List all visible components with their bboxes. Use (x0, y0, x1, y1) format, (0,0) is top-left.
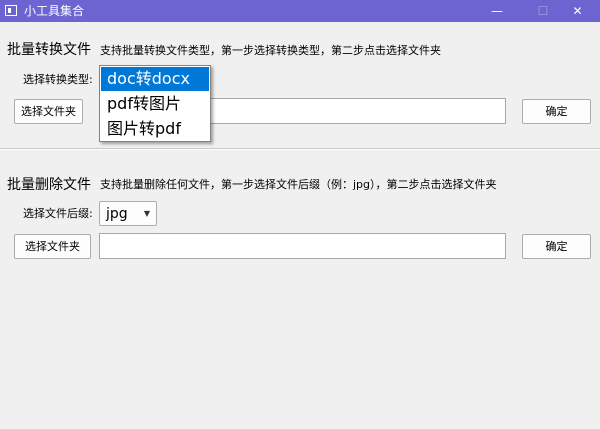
window-title: 小工具集合 (24, 4, 85, 18)
chevron-down-icon: ▼ (143, 209, 150, 218)
delete-description: 支持批量删除任何文件，第一步选择文件后缀（例：jpg），第二步点击选择文件夹 (100, 178, 497, 191)
close-button[interactable]: ✕ (555, 0, 600, 22)
delete-heading: 批量删除文件 (7, 177, 91, 193)
convert-select-folder-button[interactable]: 选择文件夹 (14, 99, 83, 124)
convert-description: 支持批量转换文件类型，第一步选择转换类型，第二步点击选择文件夹 (100, 44, 441, 57)
suffix-select[interactable]: jpg ▼ (99, 201, 157, 226)
delete-suffix-label: 选择文件后缀: (23, 207, 93, 220)
delete-path-input[interactable] (99, 233, 506, 259)
suffix-select-value: jpg (106, 206, 128, 222)
app-window-icon (5, 5, 17, 16)
delete-select-folder-button[interactable]: 选择文件夹 (14, 234, 91, 259)
delete-confirm-button[interactable]: 确定 (522, 234, 591, 259)
convert-heading: 批量转换文件 (7, 42, 91, 58)
convert-type-dropdown-list[interactable]: doc转docx pdf转图片 图片转pdf (99, 65, 211, 142)
dropdown-option[interactable]: doc转docx (101, 67, 209, 91)
dropdown-option[interactable]: 图片转pdf (101, 117, 209, 141)
title-bar: 小工具集合 — ☐ ✕ (0, 0, 600, 22)
dropdown-option[interactable]: pdf转图片 (101, 92, 209, 116)
minimize-button[interactable]: — (474, 0, 520, 22)
convert-confirm-button[interactable]: 确定 (522, 99, 591, 124)
convert-type-label: 选择转换类型: (23, 73, 93, 86)
